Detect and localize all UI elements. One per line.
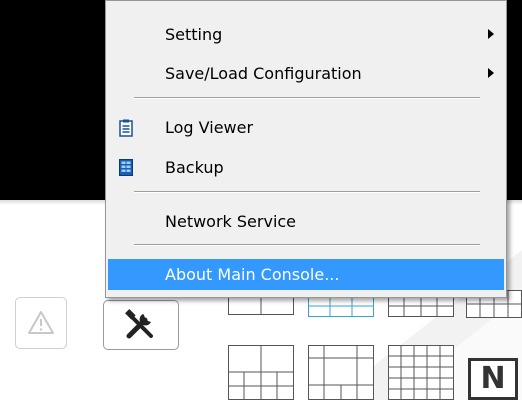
menu-separator (134, 97, 480, 99)
n-badge-label: N (480, 361, 506, 396)
menu-separator (134, 191, 480, 193)
alarm-button[interactable] (15, 297, 67, 349)
alarm-warning-icon (28, 311, 54, 334)
menu-item-network-service[interactable]: Network Service (108, 206, 504, 237)
menu-item-label: About Main Console... (165, 265, 340, 284)
layout-2x2-icon[interactable] (228, 295, 294, 315)
menu-item-about-main-console[interactable]: About Main Console... (108, 259, 504, 290)
menu-item-label: Log Viewer (165, 118, 254, 137)
menu-item-save-load-configuration[interactable]: Save/Load Configuration (108, 58, 504, 89)
menu-item-label: Save/Load Configuration (165, 64, 362, 83)
menu-item-label: Network Service (165, 212, 297, 231)
layout-1plus12-icon[interactable] (308, 345, 374, 400)
layout-5x5-icon[interactable] (388, 345, 454, 400)
layout-1plus7-icon[interactable] (228, 345, 294, 400)
layout-4x4-icon[interactable] (388, 295, 454, 317)
tools-button[interactable] (103, 300, 179, 350)
tools-icon (125, 309, 153, 339)
menu-item-label: Backup (165, 158, 224, 177)
log-viewer-icon (119, 119, 133, 137)
menu-item-label: Setting (165, 25, 223, 44)
submenu-arrow-icon (488, 68, 494, 78)
menu-item-backup[interactable]: Backup (108, 152, 504, 183)
context-menu: Setting Save/Load Configuration Log View… (105, 0, 507, 298)
layout-3x3-icon-selected[interactable] (308, 295, 374, 317)
menu-item-setting[interactable]: Setting (108, 19, 504, 50)
menu-item-log-viewer[interactable]: Log Viewer (108, 112, 504, 143)
n-badge-button[interactable]: N (468, 358, 518, 400)
submenu-arrow-icon (488, 29, 494, 39)
backup-icon (119, 159, 133, 176)
menu-separator (134, 244, 480, 246)
